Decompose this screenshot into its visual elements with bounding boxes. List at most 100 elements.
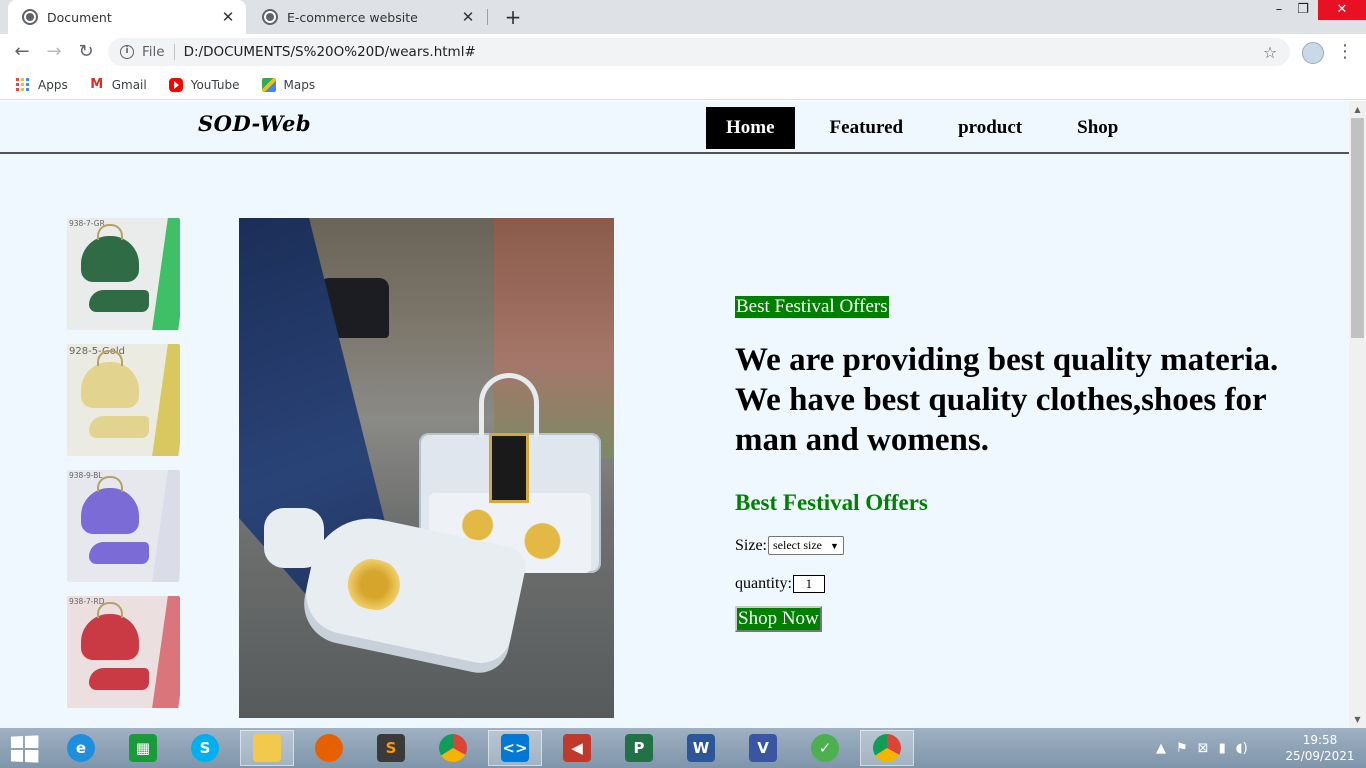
thumbnail-green-set[interactable]: 938-7-GR — [67, 218, 180, 330]
reload-button[interactable]: ↻ — [74, 40, 98, 64]
taskbar-project[interactable]: P — [612, 730, 666, 766]
dress-shape — [152, 596, 180, 708]
bookmark-star-icon[interactable]: ☆ — [1258, 43, 1282, 62]
offer-subheading: Best Festival Offers — [735, 490, 928, 515]
quantity-label: quantity: — [735, 575, 792, 592]
taskbar-audio[interactable]: ◀ — [550, 730, 604, 766]
tab-ecommerce[interactable]: E-commerce website ✕ — [248, 0, 486, 34]
shoe-shape — [89, 290, 149, 312]
taskbar-skype[interactable]: S — [178, 730, 232, 766]
greenshot-icon: ✓ — [811, 734, 839, 762]
visio-icon: V — [749, 734, 777, 762]
tab-separator — [487, 9, 488, 25]
tab-close-icon[interactable]: ✕ — [460, 8, 476, 26]
profile-avatar[interactable] — [1302, 42, 1324, 64]
info-icon[interactable]: i — [120, 45, 134, 59]
taskbar-file-explorer[interactable] — [240, 730, 294, 766]
shop-now-button[interactable]: Shop Now — [735, 606, 822, 632]
handbag-band — [489, 433, 529, 503]
nav-product[interactable]: product — [938, 107, 1042, 149]
quantity-input[interactable]: 1 — [792, 575, 825, 593]
handbag-shape — [81, 476, 139, 534]
hero-product-image — [239, 218, 614, 718]
tray-expand-icon[interactable]: ▲ — [1156, 741, 1166, 756]
bookmark-label: Maps — [283, 77, 316, 92]
thumbnail-blue-set[interactable]: 938-9-BL — [67, 470, 180, 582]
bookmark-gmail[interactable]: M Gmail — [90, 76, 146, 92]
network-icon[interactable]: ⊠ — [1198, 741, 1209, 756]
back-button[interactable]: ← — [10, 40, 34, 64]
dress-shape — [152, 470, 180, 582]
address-bar[interactable]: i File D:/DOCUMENTS/S%20O%20D/wears.html… — [108, 38, 1290, 66]
scheme-label: File — [142, 44, 165, 60]
page-scrollbar[interactable]: ▲ ▼ — [1349, 101, 1366, 728]
volume-icon[interactable]: ◖) — [1236, 741, 1248, 756]
chrome-icon — [873, 734, 901, 762]
taskbar-clock[interactable]: 19:58 25/09/2021 — [1284, 732, 1356, 764]
thumbnail-tag: 938-7-RD — [69, 597, 105, 606]
site-header: SOD-Web Home Featured product Shop — [0, 101, 1349, 154]
chrome-menu-icon[interactable]: ⋮ — [1336, 40, 1354, 64]
action-center-flag-icon[interactable]: ⚑ — [1176, 741, 1188, 756]
new-tab-button[interactable]: + — [500, 4, 526, 30]
dress-shape — [152, 344, 180, 456]
word-icon: W — [687, 734, 715, 762]
sublime-text-icon: S — [377, 734, 405, 762]
browser-toolbar: ← → ↻ i File D:/DOCUMENTS/S%20O%20D/wear… — [0, 34, 1366, 70]
shoe-shape — [89, 668, 149, 690]
shoe-shape — [89, 416, 149, 438]
address-separator — [173, 44, 175, 60]
thumbnail-gold-set[interactable]: 928-5-Gold — [67, 344, 180, 456]
chevron-down-icon: ▼ — [829, 540, 839, 551]
globe-icon — [262, 9, 278, 25]
main-nav: Home Featured product Shop — [706, 107, 1153, 149]
windows-start-icon[interactable] — [10, 735, 39, 763]
taskbar-chrome-active[interactable] — [860, 730, 914, 766]
taskbar-greenshot[interactable]: ✓ — [798, 730, 852, 766]
handbag-shape — [81, 602, 139, 660]
apps-grid-icon — [16, 77, 30, 92]
battery-icon[interactable]: ▮ — [1219, 741, 1226, 756]
taskbar-firefox[interactable] — [302, 730, 356, 766]
bookmark-maps[interactable]: Maps — [261, 77, 316, 92]
thumbnail-red-set[interactable]: 938-7-RD — [67, 596, 180, 708]
clock-date: 25/09/2021 — [1285, 749, 1355, 763]
bookmark-youtube[interactable]: YouTube — [168, 77, 240, 92]
sneaker-pattern — [334, 552, 414, 617]
system-tray: ▲ ⚑ ⊠ ▮ ◖) — [1156, 728, 1258, 768]
store-icon: ▦ — [129, 734, 157, 762]
taskbar-chrome[interactable] — [426, 730, 480, 766]
scroll-down-icon[interactable]: ▼ — [1349, 711, 1366, 728]
page-viewport: SOD-Web Home Featured product Shop 938-7… — [0, 101, 1366, 728]
window-close-button[interactable]: ✕ — [1318, 0, 1366, 20]
clock-time: 19:58 — [1302, 733, 1338, 747]
browser-tabstrip: Document ✕ E-commerce website ✕ + – ❐ ✕ — [0, 0, 1366, 34]
thumbnail-tag: 938-9-BL — [69, 471, 103, 480]
taskbar-internet-explorer[interactable]: e — [54, 730, 108, 766]
size-select[interactable]: select size ▼ — [768, 536, 844, 555]
forward-button[interactable]: → — [42, 40, 66, 64]
nav-featured[interactable]: Featured — [810, 107, 924, 149]
taskbar-word[interactable]: W — [674, 730, 728, 766]
taskbar-visio[interactable]: V — [736, 730, 790, 766]
taskbar-store[interactable]: ▦ — [116, 730, 170, 766]
scroll-up-icon[interactable]: ▲ — [1349, 101, 1366, 118]
site-logo[interactable]: SOD-Web — [198, 111, 311, 136]
tab-close-icon[interactable]: ✕ — [220, 8, 236, 26]
scrollbar-thumb[interactable] — [1351, 118, 1364, 338]
handbag-strap — [479, 373, 539, 437]
nav-home[interactable]: Home — [706, 107, 795, 149]
quantity-row: quantity: 1 — [735, 575, 1295, 593]
taskbar-sublime[interactable]: S — [364, 730, 418, 766]
bookmark-apps[interactable]: Apps — [16, 77, 68, 92]
url-text[interactable]: D:/DOCUMENTS/S%20O%20D/wears.html# — [184, 44, 1258, 60]
youtube-icon — [168, 77, 183, 92]
nav-shop[interactable]: Shop — [1057, 107, 1138, 149]
handbag-shape — [81, 350, 139, 408]
gmail-icon: M — [90, 76, 104, 92]
tab-document[interactable]: Document ✕ — [8, 0, 246, 34]
offer-badge: Best Festival Offers — [735, 296, 889, 318]
taskbar-vscode[interactable]: <> — [488, 730, 542, 766]
size-label: Size: — [735, 536, 767, 554]
dress-shape — [152, 218, 180, 330]
